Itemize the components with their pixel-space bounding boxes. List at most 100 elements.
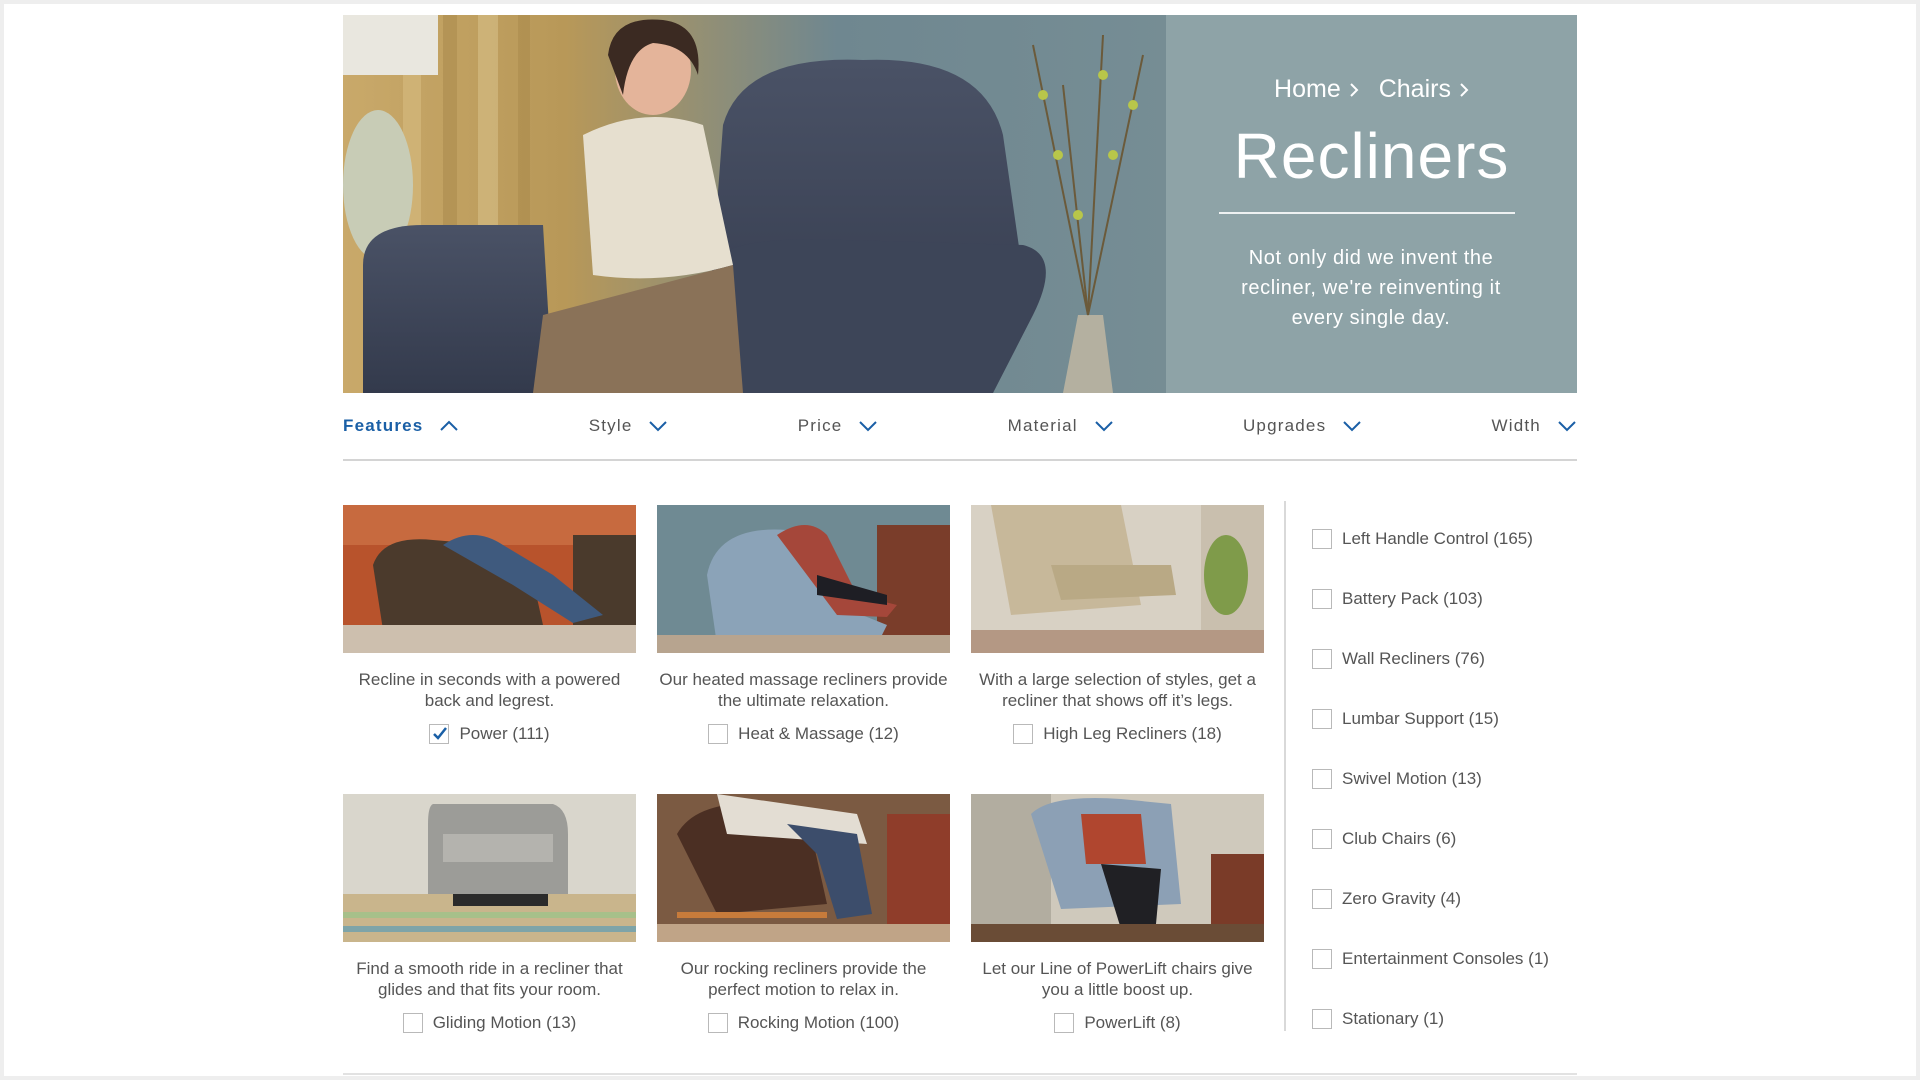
option-label: Entertainment Consoles (1) [1342,949,1549,968]
feature-image-high-leg[interactable] [971,505,1264,653]
high-leg-checkbox[interactable] [1013,724,1034,744]
battery-pack-checkbox[interactable] [1312,589,1332,609]
option-left-handle-control[interactable]: Left Handle Control (165) [1312,509,1549,569]
filter-bar: Features Style Price Material Upgrades W… [343,393,1577,461]
feature-option-label: PowerLift (8) [1084,1013,1181,1032]
feature-image-gliding[interactable] [343,794,636,942]
swivel-motion-checkbox[interactable] [1312,769,1332,789]
breadcrumb-home[interactable]: Home [1274,75,1359,104]
page: Home Chairs Recliners Not only did we in… [343,15,1577,1033]
option-label: Lumbar Support (15) [1342,709,1499,728]
feature-option-heat-massage[interactable]: Heat & Massage (12) [708,724,899,744]
entertainment-consoles-checkbox[interactable] [1312,949,1332,969]
filter-price[interactable]: Price [798,416,879,436]
feature-card-high-leg: With a large selection of styles, get a … [971,505,1264,749]
chevron-up-icon [440,420,459,431]
feature-option-label: Rocking Motion (100) [737,1013,900,1032]
hero-banner: Home Chairs Recliners Not only did we in… [343,15,1577,393]
page-title: Recliners [1233,120,1510,192]
zero-gravity-checkbox[interactable] [1312,889,1332,909]
feature-option-rocking[interactable]: Rocking Motion (100) [707,1013,900,1033]
feature-desc-rocking: Our rocking recliners provide the perfec… [680,959,927,999]
features-panel: Recline in seconds with a powered back a… [343,461,1577,1033]
filter-style[interactable]: Style [589,416,669,436]
hero-tagline: Not only did we invent the recliner, we'… [1241,247,1501,329]
feature-option-gliding[interactable]: Gliding Motion (13) [402,1013,577,1033]
powerlift-checkbox[interactable] [1054,1013,1075,1033]
feature-image-rocking[interactable] [657,794,950,942]
feature-option-high-leg[interactable]: High Leg Recliners (18) [1013,724,1222,744]
feature-option-label: Gliding Motion (13) [432,1013,577,1032]
option-swivel-motion[interactable]: Swivel Motion (13) [1312,749,1549,809]
rocking-checkbox[interactable] [707,1013,728,1033]
chevron-right-icon [1350,82,1359,97]
power-checkbox[interactable] [429,724,450,744]
feature-option-label: Power (111) [459,724,550,743]
breadcrumb-home-label: Home [1274,75,1341,103]
option-label: Battery Pack (103) [1342,589,1483,608]
feature-desc-gliding: Find a smooth ride in a recliner that gl… [356,959,623,999]
option-label: Zero Gravity (4) [1342,889,1462,908]
vertical-divider [1284,501,1286,1031]
filter-width-label: Width [1491,416,1541,435]
feature-card-powerlift: Let our Line of PowerLift chairs give yo… [971,794,1264,1038]
breadcrumb-chairs[interactable]: Chairs [1379,75,1469,104]
feature-image-power[interactable] [343,505,636,653]
breadcrumb-chairs-label: Chairs [1378,75,1451,103]
club-chairs-checkbox[interactable] [1312,829,1332,849]
option-wall-recliners[interactable]: Wall Recliners (76) [1312,629,1549,689]
feature-desc-heat-massage: Our heated massage recliners provide the… [659,670,948,710]
option-label: Wall Recliners (76) [1342,649,1485,668]
option-club-chairs[interactable]: Club Chairs (6) [1312,809,1549,869]
feature-card-gliding: Find a smooth ride in a recliner that gl… [343,794,636,1038]
filter-upgrades-label: Upgrades [1242,416,1327,435]
option-label: Left Handle Control (165) [1342,529,1533,548]
feature-option-label: Heat & Massage (12) [738,724,899,743]
option-stationary[interactable]: Stationary (1) [1312,989,1549,1049]
feature-card-rocking: Our rocking recliners provide the perfec… [657,794,950,1038]
chevron-down-icon [1095,421,1113,432]
filter-price-label: Price [797,416,843,435]
stationary-checkbox[interactable] [1312,1009,1332,1029]
checkmark-icon [433,727,448,740]
feature-desc-high-leg: With a large selection of styles, get a … [979,670,1256,710]
title-divider [1219,212,1515,214]
filter-style-label: Style [588,416,633,435]
left-handle-control-checkbox[interactable] [1312,529,1332,549]
hero-panel: Home Chairs Recliners Not only did we in… [1166,15,1577,393]
option-label: Stationary (1) [1342,1009,1445,1028]
more-features-list: Left Handle Control (165) Battery Pack (… [1312,509,1549,1049]
chevron-down-icon [1343,421,1361,432]
filter-material[interactable]: Material [1008,416,1114,436]
feature-option-power[interactable]: Power (111) [429,724,550,744]
option-lumbar-support[interactable]: Lumbar Support (15) [1312,689,1549,749]
filter-upgrades[interactable]: Upgrades [1243,416,1362,436]
bottom-divider [343,1073,1577,1075]
feature-image-heat-massage[interactable] [657,505,950,653]
feature-image-powerlift[interactable] [971,794,1264,942]
wall-recliners-checkbox[interactable] [1312,649,1332,669]
chevron-down-icon [649,421,668,432]
feature-option-powerlift[interactable]: PowerLift (8) [1054,1013,1181,1033]
filter-features[interactable]: Features [343,416,459,436]
breadcrumb: Home Chairs [1166,75,1577,104]
chevron-down-icon [859,421,878,432]
feature-desc-powerlift: Let our Line of PowerLift chairs give yo… [982,959,1253,999]
feature-card-heat-massage: Our heated massage recliners provide the… [657,505,950,749]
lumbar-support-checkbox[interactable] [1312,709,1332,729]
filter-features-label: Features [343,416,424,435]
chevron-down-icon [1558,421,1576,432]
feature-option-label: High Leg Recliners (18) [1043,724,1222,743]
heat-massage-checkbox[interactable] [708,724,729,744]
feature-card-power: Recline in seconds with a powered back a… [343,505,636,749]
option-label: Swivel Motion (13) [1342,769,1482,788]
option-zero-gravity[interactable]: Zero Gravity (4) [1312,869,1549,929]
option-entertainment-consoles[interactable]: Entertainment Consoles (1) [1312,929,1549,989]
feature-desc-power: Recline in seconds with a powered back a… [358,670,621,710]
option-battery-pack[interactable]: Battery Pack (103) [1312,569,1549,629]
filter-material-label: Material [1007,416,1078,435]
gliding-checkbox[interactable] [402,1013,423,1033]
filter-width[interactable]: Width [1491,416,1576,436]
option-label: Club Chairs (6) [1342,829,1457,848]
chevron-right-icon [1460,82,1469,97]
